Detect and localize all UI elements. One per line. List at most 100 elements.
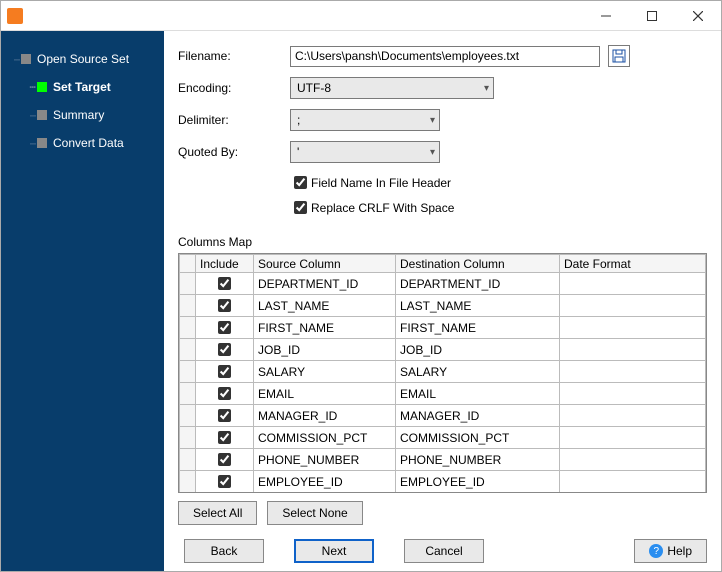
destination-column-cell[interactable]: JOB_ID bbox=[396, 339, 560, 361]
delimiter-label: Delimiter: bbox=[178, 113, 290, 127]
include-checkbox[interactable] bbox=[218, 475, 231, 488]
source-column-cell[interactable]: MANAGER_ID bbox=[254, 405, 396, 427]
destination-column-cell[interactable]: MANAGER_ID bbox=[396, 405, 560, 427]
help-icon: ? bbox=[649, 544, 663, 558]
cancel-button[interactable]: Cancel bbox=[404, 539, 484, 563]
destination-column-cell[interactable]: LAST_NAME bbox=[396, 295, 560, 317]
table-row[interactable]: EMPLOYEE_IDEMPLOYEE_ID bbox=[180, 471, 706, 493]
table-row[interactable]: JOB_IDJOB_ID bbox=[180, 339, 706, 361]
include-checkbox[interactable] bbox=[218, 387, 231, 400]
include-checkbox[interactable] bbox=[218, 277, 231, 290]
table-row[interactable]: PHONE_NUMBERPHONE_NUMBER bbox=[180, 449, 706, 471]
delimiter-select[interactable]: ; ▾ bbox=[290, 109, 440, 131]
help-button[interactable]: ? Help bbox=[634, 539, 707, 563]
table-row[interactable]: FIRST_NAMEFIRST_NAME bbox=[180, 317, 706, 339]
wizard-steps-sidebar: ···Open Source Set···Set Target···Summar… bbox=[1, 31, 164, 571]
date-format-cell[interactable] bbox=[560, 471, 706, 493]
date-format-cell[interactable] bbox=[560, 405, 706, 427]
include-checkbox[interactable] bbox=[218, 365, 231, 378]
destination-column-cell[interactable]: DEPARTMENT_ID bbox=[396, 273, 560, 295]
next-button[interactable]: Next bbox=[294, 539, 374, 563]
source-column-cell[interactable]: HIRE_DATE bbox=[254, 493, 396, 494]
destination-column-cell[interactable]: HIRE_DATE bbox=[396, 493, 560, 494]
destination-column-cell[interactable]: EMPLOYEE_ID bbox=[396, 471, 560, 493]
table-row[interactable]: SALARYSALARY bbox=[180, 361, 706, 383]
wizard-step-convert-data[interactable]: ···Convert Data bbox=[1, 129, 164, 157]
row-handle[interactable] bbox=[180, 405, 196, 427]
columns-map-table: Include Source Column Destination Column… bbox=[179, 254, 706, 493]
include-checkbox[interactable] bbox=[218, 299, 231, 312]
destination-column-cell[interactable]: FIRST_NAME bbox=[396, 317, 560, 339]
back-button[interactable]: Back bbox=[184, 539, 264, 563]
date-format-cell[interactable]: mm/dd/yyyy bbox=[560, 493, 706, 494]
row-handle[interactable] bbox=[180, 361, 196, 383]
include-checkbox[interactable] bbox=[218, 431, 231, 444]
date-format-cell[interactable] bbox=[560, 383, 706, 405]
source-column-cell[interactable]: EMPLOYEE_ID bbox=[254, 471, 396, 493]
include-checkbox[interactable] bbox=[218, 453, 231, 466]
browse-button[interactable] bbox=[608, 45, 630, 67]
source-column-cell[interactable]: SALARY bbox=[254, 361, 396, 383]
source-column-cell[interactable]: DEPARTMENT_ID bbox=[254, 273, 396, 295]
row-handle[interactable] bbox=[180, 339, 196, 361]
destination-column-cell[interactable]: COMMISSION_PCT bbox=[396, 427, 560, 449]
date-format-cell[interactable] bbox=[560, 361, 706, 383]
encoding-select[interactable]: UTF-8 ▾ bbox=[290, 77, 494, 99]
step-status-icon bbox=[21, 54, 31, 64]
destination-column-cell[interactable]: SALARY bbox=[396, 361, 560, 383]
header-source[interactable]: Source Column bbox=[254, 255, 396, 273]
row-handle[interactable] bbox=[180, 427, 196, 449]
quoted-by-select[interactable]: ' ▾ bbox=[290, 141, 440, 163]
minimize-button[interactable] bbox=[583, 1, 629, 31]
row-handle[interactable] bbox=[180, 383, 196, 405]
close-button[interactable] bbox=[675, 1, 721, 31]
step-label: Open Source Set bbox=[37, 52, 129, 66]
destination-column-cell[interactable]: PHONE_NUMBER bbox=[396, 449, 560, 471]
maximize-button[interactable] bbox=[629, 1, 675, 31]
source-column-cell[interactable]: JOB_ID bbox=[254, 339, 396, 361]
field-name-header-label: Field Name In File Header bbox=[311, 176, 451, 190]
row-handle[interactable] bbox=[180, 449, 196, 471]
source-column-cell[interactable]: PHONE_NUMBER bbox=[254, 449, 396, 471]
source-column-cell[interactable]: COMMISSION_PCT bbox=[254, 427, 396, 449]
row-handle[interactable] bbox=[180, 493, 196, 494]
replace-crlf-label: Replace CRLF With Space bbox=[311, 201, 454, 215]
wizard-step-open-source-set[interactable]: ···Open Source Set bbox=[1, 45, 164, 73]
replace-crlf-checkbox[interactable] bbox=[294, 201, 307, 214]
row-handle[interactable] bbox=[180, 273, 196, 295]
header-include[interactable]: Include bbox=[196, 255, 254, 273]
columns-map-table-container[interactable]: Include Source Column Destination Column… bbox=[178, 253, 707, 493]
date-format-cell[interactable] bbox=[560, 295, 706, 317]
include-checkbox[interactable] bbox=[218, 343, 231, 356]
table-row[interactable]: MANAGER_IDMANAGER_ID bbox=[180, 405, 706, 427]
date-format-cell[interactable] bbox=[560, 339, 706, 361]
table-row[interactable]: HIRE_DATEHIRE_DATEmm/dd/yyyy bbox=[180, 493, 706, 494]
include-checkbox[interactable] bbox=[218, 321, 231, 334]
header-datefmt[interactable]: Date Format bbox=[560, 255, 706, 273]
table-row[interactable]: LAST_NAMELAST_NAME bbox=[180, 295, 706, 317]
table-row[interactable]: EMAILEMAIL bbox=[180, 383, 706, 405]
date-format-cell[interactable] bbox=[560, 427, 706, 449]
header-dest[interactable]: Destination Column bbox=[396, 255, 560, 273]
step-status-icon bbox=[37, 138, 47, 148]
filename-input[interactable] bbox=[290, 46, 600, 67]
date-format-cell[interactable] bbox=[560, 317, 706, 339]
source-column-cell[interactable]: LAST_NAME bbox=[254, 295, 396, 317]
include-checkbox[interactable] bbox=[218, 409, 231, 422]
row-handle[interactable] bbox=[180, 295, 196, 317]
table-row[interactable]: COMMISSION_PCTCOMMISSION_PCT bbox=[180, 427, 706, 449]
select-all-button[interactable]: Select All bbox=[178, 501, 257, 525]
wizard-step-summary[interactable]: ···Summary bbox=[1, 101, 164, 129]
field-name-header-checkbox[interactable] bbox=[294, 176, 307, 189]
date-format-cell[interactable] bbox=[560, 449, 706, 471]
wizard-step-set-target[interactable]: ···Set Target bbox=[1, 73, 164, 101]
row-handle[interactable] bbox=[180, 317, 196, 339]
source-column-cell[interactable]: EMAIL bbox=[254, 383, 396, 405]
source-column-cell[interactable]: FIRST_NAME bbox=[254, 317, 396, 339]
row-handle[interactable] bbox=[180, 471, 196, 493]
destination-column-cell[interactable]: EMAIL bbox=[396, 383, 560, 405]
date-format-cell[interactable] bbox=[560, 273, 706, 295]
select-none-button[interactable]: Select None bbox=[267, 501, 362, 525]
table-row[interactable]: DEPARTMENT_IDDEPARTMENT_ID bbox=[180, 273, 706, 295]
step-label: Convert Data bbox=[53, 136, 124, 150]
